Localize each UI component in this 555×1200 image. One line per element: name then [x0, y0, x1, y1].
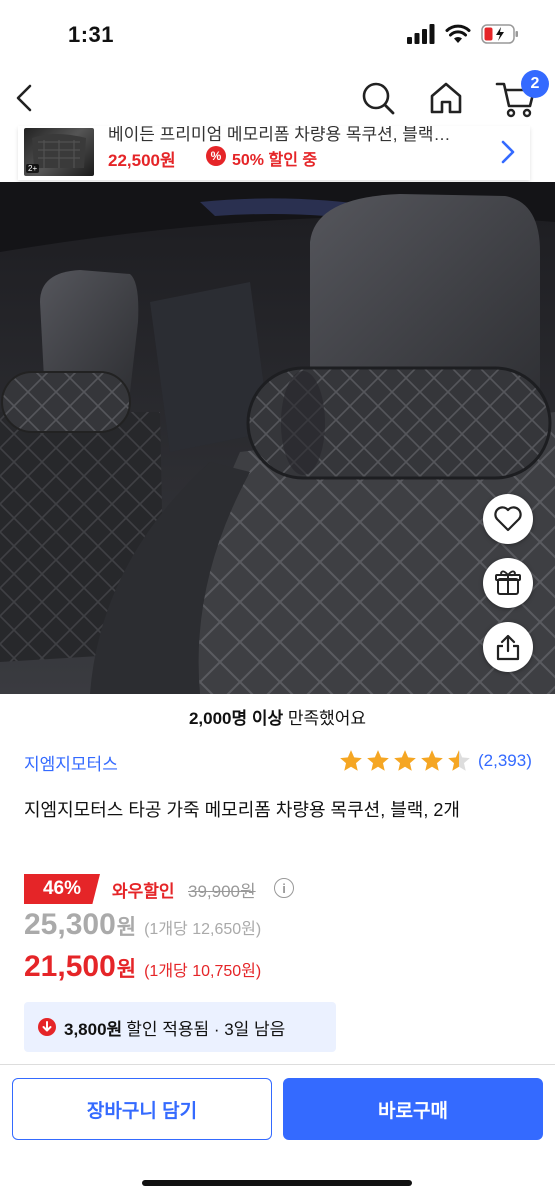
satisfaction-label: 만족했어요 [283, 709, 367, 728]
regular-price: 25,300 원 (1개당 12,650원) [24, 908, 261, 942]
star-icon [421, 750, 443, 771]
star-icon [448, 750, 470, 771]
regular-price-number: 25,300 [24, 908, 116, 941]
chevron-right-icon[interactable] [496, 136, 520, 168]
banner-price: 22,500원 [108, 151, 176, 170]
wifi-icon [445, 24, 471, 43]
star-icon [394, 750, 416, 771]
thumb-badge: 2+ [26, 164, 40, 173]
gift-button[interactable] [483, 558, 533, 608]
search-icon[interactable] [358, 78, 398, 118]
gift-icon [495, 570, 521, 595]
divider [0, 1064, 555, 1065]
status-icons [407, 24, 519, 44]
sale-price-number: 21,500 [24, 950, 116, 983]
car-seat-photo [0, 182, 555, 694]
star-icon [340, 750, 362, 771]
original-price: 39,900원 [188, 882, 256, 901]
cart-count-badge: 2 [521, 70, 549, 98]
sticky-product-banner[interactable]: 2+ 베이든 프리미엄 메모리폼 차량용 목쿠션, 블랙… 22,500원 % … [18, 126, 530, 180]
sale-price-currency: 원 [116, 958, 137, 981]
banner-title: 베이든 프리미엄 메모리폼 차량용 목쿠션, 블랙… [108, 126, 451, 144]
regular-unit-price: (1개당 12,650원) [144, 921, 262, 938]
discount-badge: 46% [24, 874, 100, 904]
review-count[interactable]: (2,393) [478, 751, 532, 771]
battery-icon [481, 24, 518, 44]
buy-now-button[interactable]: 바로구매 [283, 1078, 543, 1140]
back-icon[interactable] [8, 78, 48, 118]
star-icon [367, 750, 389, 771]
product-title: 지엠지모터스 타공 가죽 메모리폼 차량용 목쿠션, 블랙, 2개 [24, 800, 460, 820]
down-arrow-icon [38, 1018, 56, 1036]
product-image[interactable] [0, 182, 555, 694]
wow-discount-label: 와우할인 [112, 882, 175, 901]
coupon-status: 할인 적용됨 · 3일 남음 [126, 1019, 286, 1039]
status-bar: 1:31 [0, 0, 555, 70]
brand-link[interactable]: 지엠지모터스 [24, 750, 118, 775]
sale-price: 21,500 원 (1개당 10,750원) [24, 950, 261, 984]
info-icon[interactable]: i [274, 878, 294, 898]
rating-stars[interactable]: (2,393) [338, 748, 532, 774]
star-rating [338, 748, 472, 774]
share-button[interactable] [483, 622, 533, 672]
status-time: 1:31 [68, 22, 115, 47]
satisfaction-text: 2,000명 이상 만족했어요 [0, 704, 555, 729]
add-to-cart-button[interactable]: 장바구니 담기 [12, 1078, 272, 1140]
coupon-amount: 3,800원 [64, 1019, 123, 1039]
home-indicator [142, 1180, 412, 1186]
share-icon [496, 634, 520, 661]
coupon-box: 3,800원 할인 적용됨 · 3일 남음 [24, 1002, 336, 1052]
satisfaction-count: 2,000명 이상 [188, 709, 284, 728]
banner-discount: 50% 할인 중 [232, 152, 318, 169]
percent-icon: % [206, 146, 226, 166]
nav-bar [0, 70, 555, 126]
heart-icon [494, 506, 522, 532]
wishlist-button[interactable] [483, 494, 533, 544]
home-icon[interactable] [426, 78, 466, 118]
sale-unit-price: (1개당 10,750원) [144, 963, 262, 980]
signal-icon [407, 24, 435, 44]
regular-price-currency: 원 [116, 916, 137, 939]
